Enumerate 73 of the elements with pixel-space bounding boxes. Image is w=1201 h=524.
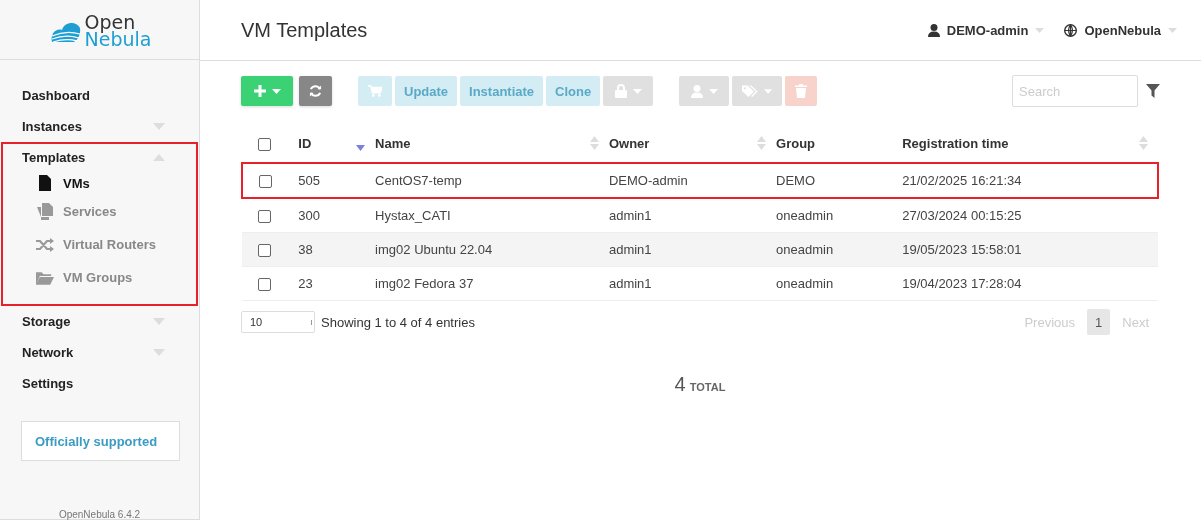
zone-menu[interactable]: OpenNebula bbox=[1064, 22, 1177, 38]
table-cell: DEMO bbox=[776, 163, 903, 198]
expand-arrow-icon[interactable] bbox=[153, 349, 165, 356]
table-cell: oneadmin bbox=[776, 232, 903, 267]
user-icon bbox=[690, 84, 703, 98]
copy-icon bbox=[36, 203, 54, 220]
total-label: TOTAL bbox=[689, 381, 726, 393]
column-header[interactable]: Group bbox=[776, 124, 903, 163]
row-checkbox[interactable] bbox=[258, 210, 271, 224]
table-cell: 23 bbox=[298, 266, 376, 301]
total-count: 4 bbox=[674, 373, 686, 396]
caret-icon bbox=[1168, 27, 1177, 33]
caret-icon bbox=[271, 88, 281, 94]
create-button[interactable] bbox=[241, 76, 293, 106]
refresh-button[interactable] bbox=[299, 76, 332, 106]
sidebar-item[interactable]: Instances bbox=[22, 119, 82, 134]
table-cell: admin1 bbox=[608, 232, 777, 267]
sidebar-item[interactable]: Storage bbox=[22, 314, 71, 329]
table-cell: DEMO-admin bbox=[608, 163, 777, 198]
table-cell: 505 bbox=[298, 163, 376, 198]
trash-icon bbox=[795, 84, 808, 98]
lock-icon bbox=[614, 84, 627, 98]
sort-desc-icon bbox=[356, 145, 366, 151]
sidebar-subitem[interactable]: VMs bbox=[3, 171, 196, 195]
globe-icon bbox=[1064, 23, 1078, 37]
column-header[interactable]: ID bbox=[298, 124, 376, 163]
sort-icon bbox=[757, 136, 767, 150]
logo-text: Open bbox=[84, 13, 136, 31]
tags-icon bbox=[742, 84, 758, 98]
caret-icon bbox=[632, 88, 642, 94]
row-checkbox[interactable] bbox=[258, 278, 271, 292]
file-icon bbox=[36, 175, 54, 191]
logo-text: Nebula bbox=[84, 30, 152, 48]
table-cell: img02 Ubuntu 22.04 bbox=[375, 232, 609, 267]
table-cell: 38 bbox=[298, 232, 376, 267]
refresh-icon bbox=[309, 84, 322, 98]
user-icon bbox=[927, 23, 940, 37]
page-title: VM Templates bbox=[241, 18, 368, 42]
pagination-button[interactable]: 1 bbox=[1087, 309, 1111, 335]
entries-info: Showing 1 to 4 of 4 entries bbox=[321, 314, 475, 330]
sort-icon bbox=[589, 136, 599, 150]
expand-arrow-icon[interactable] bbox=[153, 318, 165, 325]
table-cell: 19/05/2023 15:58:01 bbox=[902, 232, 1158, 267]
caret-icon bbox=[1035, 27, 1045, 33]
sidebar-item[interactable]: Dashboard bbox=[22, 88, 90, 103]
expand-arrow-icon[interactable] bbox=[153, 123, 165, 130]
select-all-checkbox[interactable] bbox=[258, 137, 271, 151]
table-cell: 21/02/2025 16:21:34 bbox=[902, 163, 1158, 198]
version-text: OpenNebula 6.4.2 bbox=[57, 509, 142, 520]
column-header[interactable]: Name bbox=[375, 124, 609, 163]
cart-icon bbox=[368, 84, 382, 98]
table-cell: 19/04/2023 17:28:04 bbox=[902, 266, 1158, 301]
column-header[interactable]: Registration time bbox=[902, 124, 1158, 163]
caret-icon bbox=[763, 88, 773, 94]
sort-icon bbox=[1139, 136, 1148, 150]
sidebar-item[interactable]: Templates bbox=[22, 150, 86, 165]
plus-icon bbox=[253, 85, 266, 97]
row-checkbox[interactable] bbox=[259, 175, 272, 189]
user-menu[interactable]: DEMO-admin bbox=[927, 22, 1045, 38]
collapse-arrow-icon[interactable] bbox=[153, 154, 165, 161]
shuffle-icon bbox=[36, 237, 54, 252]
column-header[interactable]: Owner bbox=[608, 124, 777, 163]
table-cell: admin1 bbox=[608, 266, 777, 301]
sidebar-item[interactable]: Network bbox=[22, 345, 74, 360]
row-checkbox[interactable] bbox=[258, 244, 271, 258]
caret-icon bbox=[708, 88, 718, 94]
folder-icon bbox=[36, 270, 54, 285]
table-cell: oneadmin bbox=[776, 266, 903, 301]
table-cell: img02 Fedora 37 bbox=[375, 266, 609, 301]
sidebar-item[interactable]: Settings bbox=[22, 376, 74, 391]
page-size-select[interactable]: 10 bbox=[241, 311, 315, 333]
table-cell: CentOS7-temp bbox=[375, 163, 609, 198]
filter-icon[interactable] bbox=[1146, 84, 1160, 98]
